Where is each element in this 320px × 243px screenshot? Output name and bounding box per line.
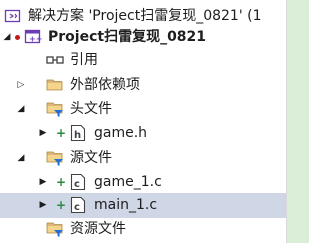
tree-item-header-files[interactable]: ◢ 头文件 bbox=[0, 97, 286, 122]
references-icon bbox=[46, 51, 64, 69]
game-h-label: game.h bbox=[94, 125, 148, 141]
chevron-down-icon[interactable]: ◢ bbox=[16, 104, 26, 114]
header-files-label: 头文件 bbox=[70, 101, 112, 117]
chevron-right-icon[interactable]: ▶ bbox=[38, 177, 48, 187]
chevron-down-icon[interactable]: ◢ bbox=[2, 32, 12, 42]
project-icon: ++ bbox=[24, 28, 42, 46]
folder-icon bbox=[46, 76, 64, 94]
chevron-right-icon[interactable]: ▷ bbox=[16, 80, 26, 90]
references-label: 引用 bbox=[70, 52, 98, 68]
resource-files-label: 资源文件 bbox=[70, 221, 126, 237]
tree-item-resource-files[interactable]: 资源文件 bbox=[0, 217, 286, 242]
filter-folder-icon bbox=[46, 149, 64, 167]
svg-text:++: ++ bbox=[29, 35, 42, 44]
tree-item-references[interactable]: 引用 bbox=[0, 48, 286, 73]
chevron-down-icon[interactable]: ◢ bbox=[16, 153, 26, 163]
filter-folder-icon bbox=[46, 100, 64, 118]
solution-icon bbox=[4, 7, 22, 25]
header-file-icon: h bbox=[69, 124, 87, 142]
added-plus-icon: + bbox=[56, 126, 67, 140]
editor-side-strip bbox=[287, 0, 309, 243]
added-plus-icon: + bbox=[56, 175, 67, 189]
svg-text:h: h bbox=[74, 130, 81, 141]
tree-item-main-1-c[interactable]: ▶ + c main_1.c bbox=[0, 193, 286, 218]
chevron-right-icon[interactable]: ▶ bbox=[38, 128, 48, 138]
svg-text:c: c bbox=[74, 202, 80, 213]
panel-border bbox=[286, 0, 287, 243]
modified-dot-icon bbox=[15, 35, 20, 40]
tree-item-game-h[interactable]: ▶ + h game.h bbox=[0, 121, 286, 146]
main-1-c-label: main_1.c bbox=[94, 197, 158, 213]
added-plus-icon: + bbox=[56, 198, 67, 212]
tree-item-project[interactable]: ◢ ++ Project扫雷复现_0821 bbox=[0, 25, 286, 50]
solution-label: 解决方案 'Project扫雷复现_0821' (1 bbox=[28, 8, 262, 24]
tree-item-external-dependencies[interactable]: ▷ 外部依赖项 bbox=[0, 73, 286, 98]
c-file-icon: c bbox=[69, 173, 87, 191]
chevron-right-icon[interactable]: ▶ bbox=[38, 200, 48, 210]
tree-item-source-files[interactable]: ◢ 源文件 bbox=[0, 146, 286, 171]
project-label: Project扫雷复现_0821 bbox=[48, 29, 207, 45]
tree-item-game-1-c[interactable]: ▶ + c game_1.c bbox=[0, 170, 286, 195]
c-file-icon: c bbox=[69, 196, 87, 214]
game-1-c-label: game_1.c bbox=[94, 174, 162, 190]
source-files-label: 源文件 bbox=[70, 150, 112, 166]
filter-folder-icon bbox=[46, 220, 64, 238]
svg-text:c: c bbox=[74, 179, 80, 190]
external-dependencies-label: 外部依赖项 bbox=[70, 77, 140, 93]
